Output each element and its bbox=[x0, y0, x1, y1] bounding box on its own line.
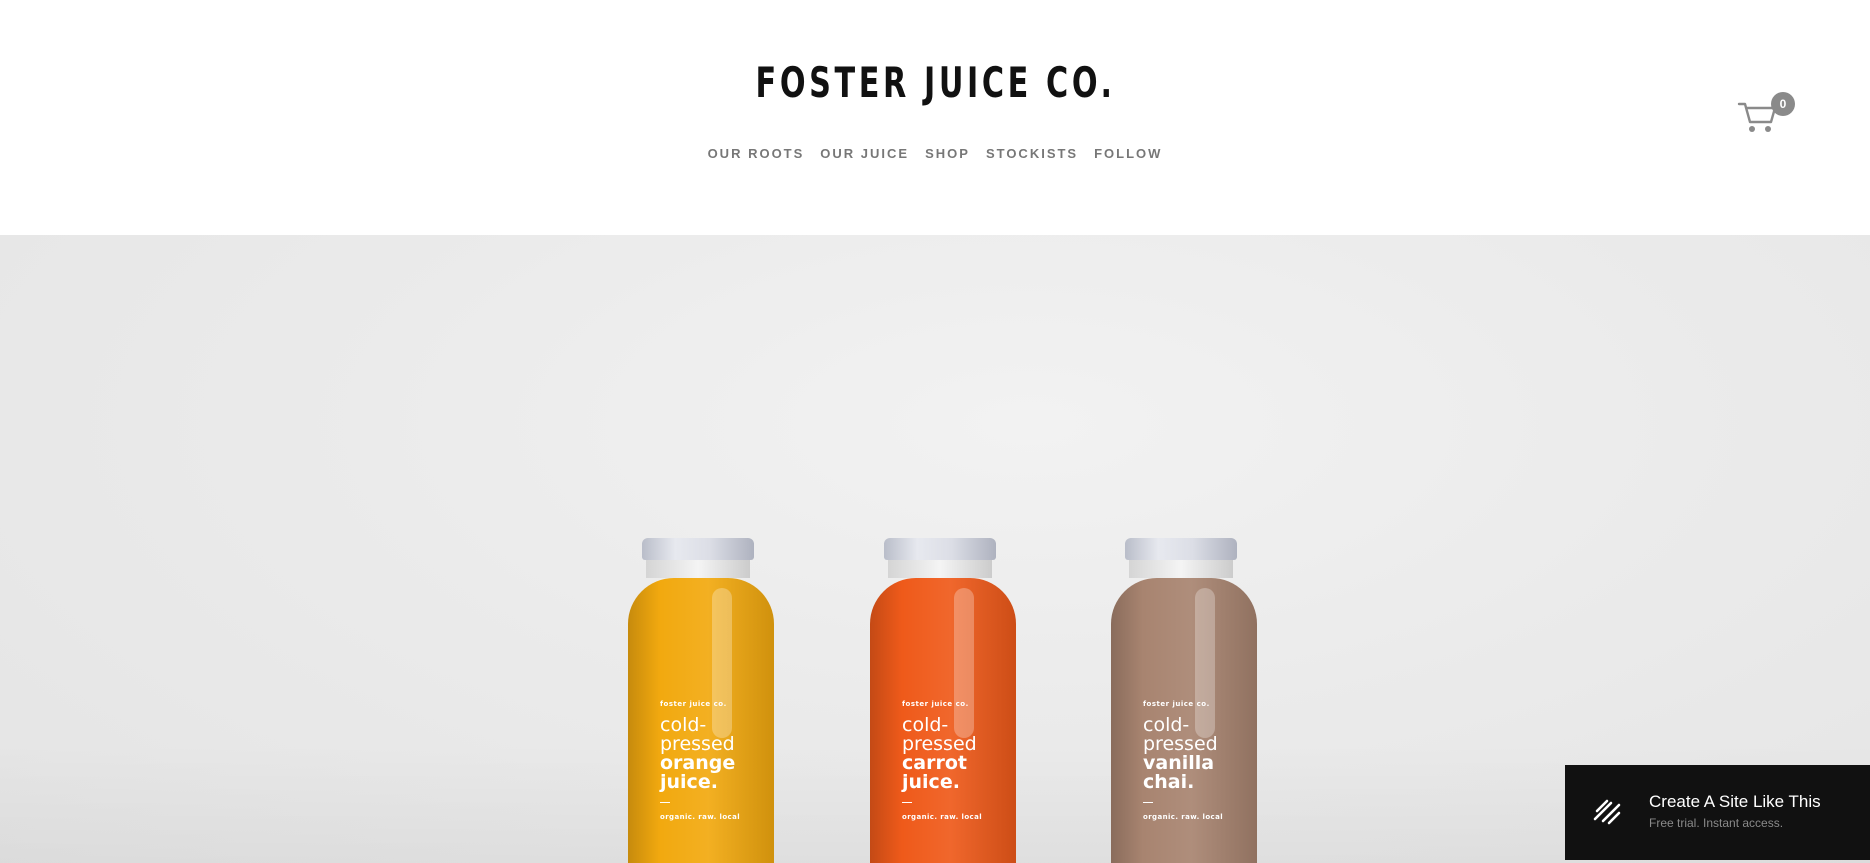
bottle-neck bbox=[1129, 560, 1233, 578]
label-tagline: organic. raw. local bbox=[902, 813, 982, 821]
bottle-lid bbox=[884, 538, 996, 560]
label-flavor: juice. bbox=[660, 771, 718, 793]
bottle-label: foster juice co. cold- pressed vanilla c… bbox=[1143, 700, 1223, 821]
nav-item-our-juice[interactable]: OUR JUICE bbox=[820, 146, 909, 161]
bottle-neck bbox=[646, 560, 750, 578]
label-brand: foster juice co. bbox=[660, 700, 727, 708]
nav-item-shop[interactable]: SHOP bbox=[925, 146, 970, 161]
label-divider bbox=[902, 802, 912, 803]
label-flavor: juice. bbox=[902, 771, 960, 793]
main-nav: OUR ROOTS OUR JUICE SHOP STOCKISTS FOLLO… bbox=[0, 146, 1870, 161]
label-tagline: organic. raw. local bbox=[660, 813, 740, 821]
promo-title: Create A Site Like This bbox=[1649, 792, 1821, 811]
bottle-label: foster juice co. cold- pressed carrot ju… bbox=[902, 700, 982, 821]
nav-item-our-roots[interactable]: OUR ROOTS bbox=[708, 146, 805, 161]
label-flavor: chai. bbox=[1143, 771, 1195, 793]
site-header: FOSTER JUICE CO. OUR ROOTS OUR JUICE SHO… bbox=[0, 0, 1870, 235]
bottle-vanilla-chai: foster juice co. cold- pressed vanilla c… bbox=[1111, 538, 1257, 863]
label-divider bbox=[1143, 802, 1153, 803]
cart-button[interactable]: 0 bbox=[1737, 92, 1797, 138]
bottle-carrot-juice: foster juice co. cold- pressed carrot ju… bbox=[870, 538, 1016, 863]
cart-count-badge: 0 bbox=[1771, 92, 1795, 116]
bottle-label: foster juice co. cold- pressed orange ju… bbox=[660, 700, 740, 821]
bottle-neck bbox=[888, 560, 992, 578]
bottle-lid bbox=[642, 538, 754, 560]
bottle-body: foster juice co. cold- pressed carrot ju… bbox=[870, 578, 1016, 863]
label-tagline: organic. raw. local bbox=[1143, 813, 1223, 821]
create-site-promo-button[interactable]: Create A Site Like This Free trial. Inst… bbox=[1565, 765, 1870, 860]
bottle-body: foster juice co. cold- pressed vanilla c… bbox=[1111, 578, 1257, 863]
nav-item-stockists[interactable]: STOCKISTS bbox=[986, 146, 1078, 161]
promo-subtitle: Free trial. Instant access. bbox=[1649, 816, 1784, 830]
label-divider bbox=[660, 802, 670, 803]
bottle-body: foster juice co. cold- pressed orange ju… bbox=[628, 578, 774, 863]
bottle-orange-juice: foster juice co. cold- pressed orange ju… bbox=[628, 538, 774, 863]
bottle-lid bbox=[1125, 538, 1237, 560]
label-brand: foster juice co. bbox=[1143, 700, 1210, 708]
label-brand: foster juice co. bbox=[902, 700, 969, 708]
squarespace-logo-icon bbox=[1593, 799, 1621, 825]
site-logo-text[interactable]: FOSTER JUICE CO. bbox=[262, 58, 1608, 107]
nav-item-follow[interactable]: FOLLOW bbox=[1094, 146, 1162, 161]
